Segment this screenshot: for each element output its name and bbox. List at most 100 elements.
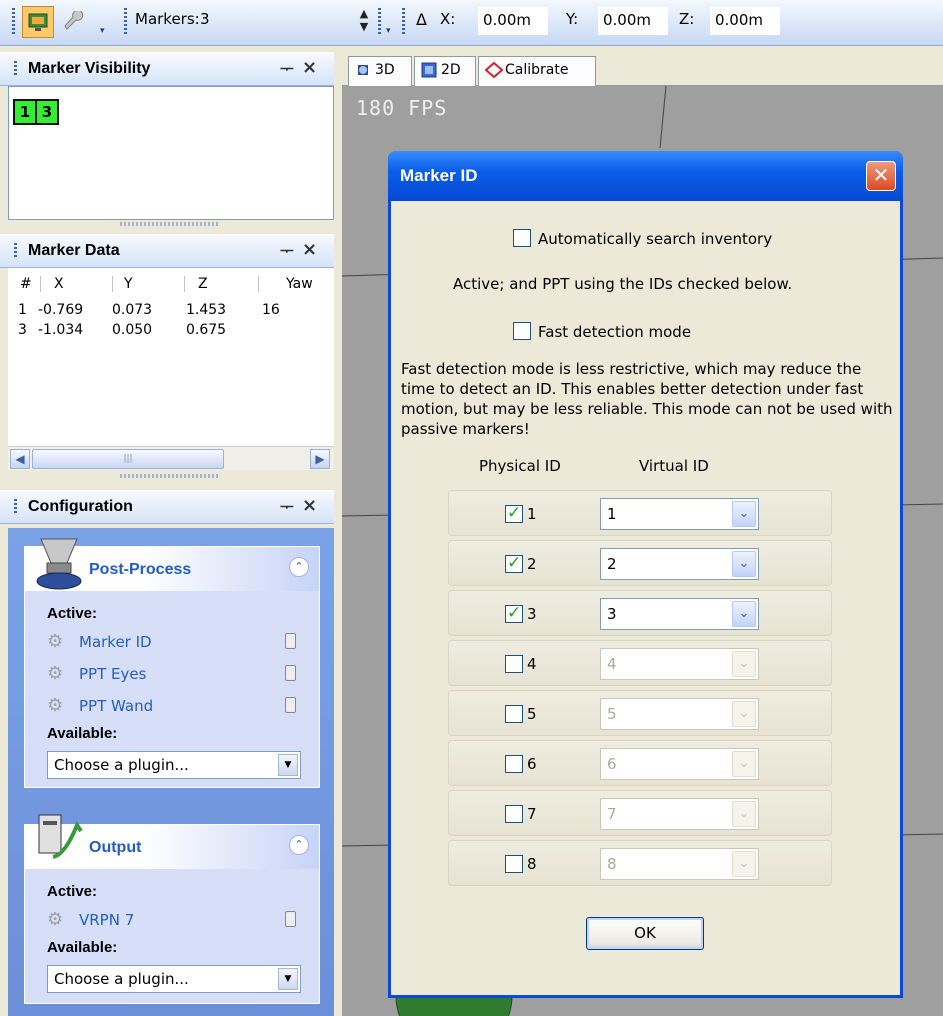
markers-spinner-icon[interactable]: ▲ ▼: [356, 7, 372, 35]
group-title: Output: [89, 839, 142, 856]
collapse-icon[interactable]: ⌃: [289, 835, 309, 855]
select-value: 1: [607, 505, 617, 523]
toolbar-overflow-icon[interactable]: ▾: [100, 26, 110, 36]
markers-label: Markers:: [135, 10, 200, 28]
markers-count-field[interactable]: 3: [196, 7, 344, 35]
fast-mode-label[interactable]: Fast detection mode: [538, 323, 691, 341]
close-icon[interactable]: ×: [302, 57, 317, 78]
panel-splitter[interactable]: [334, 46, 342, 1016]
toolbar-overflow-icon[interactable]: ▾: [386, 26, 396, 36]
panel-grip[interactable]: [14, 61, 17, 77]
table-row[interactable]: 3 -1.034 0.050 0.675: [8, 322, 334, 342]
column-header[interactable]: Yaw: [286, 276, 313, 292]
post-process-plugin-select[interactable]: Choose a plugin... ▼: [47, 751, 301, 779]
list-item[interactable]: ⚙ VRPN 7: [47, 909, 317, 931]
trash-icon[interactable]: [285, 697, 296, 713]
scroll-thumb[interactable]: |||: [32, 449, 224, 469]
plugin-link[interactable]: PPT Wand: [79, 697, 153, 715]
panel-title: Configuration: [28, 498, 133, 515]
resize-grip[interactable]: [120, 222, 220, 226]
physical-id-checkbox[interactable]: [505, 755, 523, 773]
toolbar-grip[interactable]: [402, 8, 405, 34]
collapse-icon[interactable]: ⌃: [289, 557, 309, 577]
close-icon[interactable]: ×: [302, 495, 317, 516]
toolbar-grip[interactable]: [378, 8, 381, 34]
column-header[interactable]: #: [20, 276, 32, 292]
marker-visibility-badge[interactable]: 1: [13, 99, 37, 125]
z-label: Z:: [679, 10, 695, 28]
wrench-icon[interactable]: [58, 6, 90, 38]
toolbar-grip[interactable]: [124, 8, 127, 34]
active-note: Active; and PPT using the IDs checked be…: [453, 275, 793, 293]
virtual-id-select: 6 ⌄: [600, 748, 759, 780]
tab-2d[interactable]: 2D: [414, 56, 476, 86]
physical-id-label: 2: [527, 555, 537, 573]
physical-id-label: 1: [527, 505, 537, 523]
column-divider[interactable]: [184, 276, 185, 292]
dialog-title-bar[interactable]: Marker ID ✕: [388, 151, 903, 201]
scroll-right-icon[interactable]: ▶: [310, 449, 330, 469]
fps-counter: 180 FPS: [356, 96, 448, 120]
y-coordinate-field[interactable]: 0.00m: [598, 7, 668, 35]
scroll-left-icon[interactable]: ◀: [10, 449, 30, 469]
trash-icon[interactable]: [285, 911, 296, 927]
close-icon[interactable]: ✕: [866, 161, 896, 191]
physical-id-checkbox[interactable]: [505, 805, 523, 823]
active-label: Active:: [47, 605, 98, 622]
virtual-id-select[interactable]: 1 ⌄: [600, 498, 759, 530]
plugin-link[interactable]: VRPN 7: [79, 911, 134, 929]
trash-icon[interactable]: [285, 633, 296, 649]
column-header[interactable]: Y: [124, 276, 133, 292]
physical-id-checkbox[interactable]: [505, 553, 523, 573]
chevron-down-icon: ⌄: [732, 751, 756, 777]
pin-icon[interactable]: ᅮ: [280, 58, 294, 79]
z-coordinate-field[interactable]: 0.00m: [710, 7, 780, 35]
tab-calibrate[interactable]: Calibrate: [478, 56, 596, 86]
trash-icon[interactable]: [285, 665, 296, 681]
resize-grip[interactable]: [120, 474, 220, 478]
column-divider[interactable]: [40, 276, 41, 292]
chevron-down-icon[interactable]: ▼: [278, 968, 298, 990]
column-header[interactable]: X: [54, 276, 64, 292]
pin-icon[interactable]: ᅮ: [280, 240, 294, 261]
table-row[interactable]: 1 -0.769 0.073 1.453 16: [8, 302, 334, 322]
panel-grip[interactable]: [14, 499, 17, 515]
chevron-down-icon[interactable]: ⌄: [732, 551, 756, 577]
list-item[interactable]: ⚙ PPT Eyes: [47, 663, 317, 685]
list-item[interactable]: ⚙ PPT Wand: [47, 695, 317, 717]
x-coordinate-field[interactable]: 0.00m: [478, 7, 548, 35]
list-item[interactable]: ⚙ Marker ID: [47, 631, 317, 653]
chevron-down-icon[interactable]: ⌄: [732, 601, 756, 627]
physical-id-checkbox[interactable]: [505, 503, 523, 523]
physical-id-checkbox[interactable]: [505, 705, 523, 723]
physical-id-checkbox[interactable]: [505, 855, 523, 873]
3d-view-icon: [355, 62, 371, 78]
virtual-id-select[interactable]: 2 ⌄: [600, 548, 759, 580]
toolbar-grip[interactable]: [12, 8, 15, 34]
ok-button[interactable]: OK: [586, 917, 704, 950]
virtual-id-select: 5 ⌄: [600, 698, 759, 730]
auto-search-label[interactable]: Automatically search inventory: [538, 230, 772, 248]
output-plugin-select[interactable]: Choose a plugin... ▼: [47, 965, 301, 993]
plugin-link[interactable]: PPT Eyes: [79, 665, 146, 683]
column-header[interactable]: Z: [198, 276, 208, 292]
panel-title: Marker Visibility: [28, 60, 151, 77]
horizontal-scrollbar[interactable]: ◀ ||| ▶: [8, 446, 334, 470]
monitor-icon[interactable]: [22, 6, 54, 38]
chevron-down-icon[interactable]: ▼: [278, 754, 298, 776]
fast-mode-checkbox[interactable]: [513, 322, 531, 340]
close-icon[interactable]: ×: [302, 239, 317, 260]
column-divider[interactable]: [258, 276, 259, 292]
virtual-id-select[interactable]: 3 ⌄: [600, 598, 759, 630]
pin-icon[interactable]: ᅮ: [280, 496, 294, 517]
auto-search-checkbox[interactable]: [513, 229, 531, 247]
tab-3d[interactable]: 3D: [348, 56, 412, 86]
chevron-down-icon: ⌄: [732, 851, 756, 877]
column-divider[interactable]: [112, 276, 113, 292]
panel-grip[interactable]: [14, 243, 17, 259]
physical-id-checkbox[interactable]: [505, 603, 523, 623]
marker-visibility-badge[interactable]: 3: [35, 99, 59, 125]
physical-id-checkbox[interactable]: [505, 655, 523, 673]
plugin-link[interactable]: Marker ID: [79, 633, 152, 651]
chevron-down-icon[interactable]: ⌄: [732, 501, 756, 527]
